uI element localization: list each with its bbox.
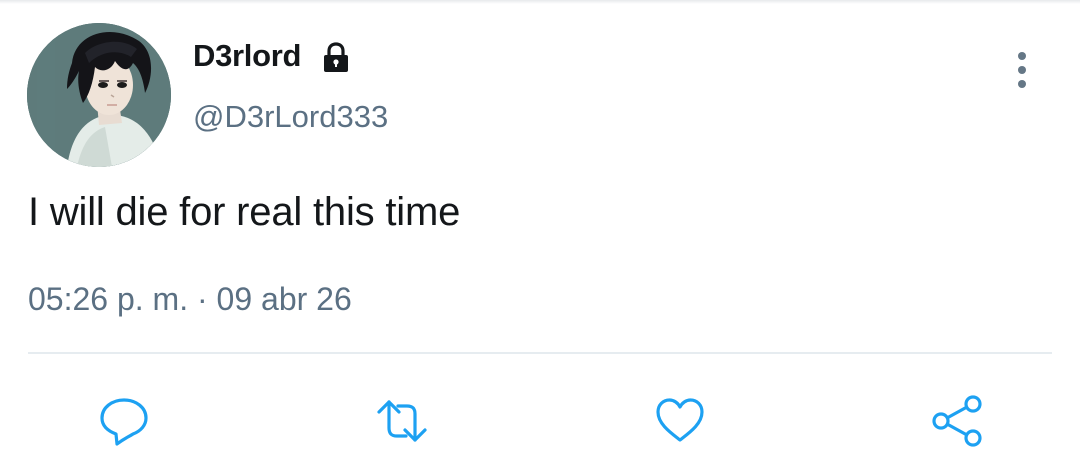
lock-icon [324,42,348,72]
divider [28,352,1052,354]
retweet-icon [377,400,427,442]
avatar[interactable] [27,23,171,167]
share-button[interactable] [929,393,985,449]
reply-button[interactable] [96,393,152,449]
share-icon [932,395,982,447]
handle[interactable]: @D3rLord333 [193,99,388,135]
reply-icon [100,398,148,446]
more-options-button[interactable] [1004,50,1040,90]
timestamp: 05:26 p. m. · 09 abr 26 [28,281,352,317]
display-name[interactable]: D3rlord [193,38,301,74]
tweet-text: I will die for real this time [28,190,461,234]
heart-icon [656,398,704,442]
like-button[interactable] [652,393,708,449]
top-divider [0,0,1080,4]
more-vertical-icon [1018,52,1026,60]
retweet-button[interactable] [374,393,430,449]
